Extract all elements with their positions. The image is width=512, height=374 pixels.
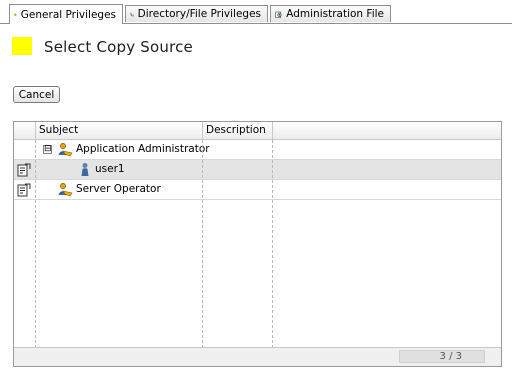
column-header-subject[interactable]: Subject [35,122,203,139]
subject-cell: Application Administrator [76,143,210,155]
column-separator [272,122,273,139]
user-group-icon [58,143,73,157]
user-icon [81,163,89,176]
subject-cell: user1 [95,163,125,175]
pager-status: 3 / 3 [399,350,485,363]
title-marker [12,37,32,55]
user-group-icon [58,183,73,197]
column-guide [202,140,203,348]
subject-cell: Server Operator [76,183,161,195]
tab-label: Directory/File Privileges [137,8,261,20]
table-header: Subject Description [14,122,501,140]
column-guide [35,140,36,348]
column-guide [272,140,273,348]
column-separator [35,122,36,139]
tab-administration-file[interactable]: Administration File [270,5,391,22]
cancel-button[interactable]: Cancel [13,86,60,103]
collapse-toggle[interactable]: ⊟ [43,145,52,154]
admin-file-icon [275,11,282,18]
tab-label: General Privileges [20,8,116,21]
row-action-icon[interactable] [17,183,31,197]
column-header-description[interactable]: Description [202,122,272,139]
table-row[interactable]: user1 [14,160,501,180]
table-row[interactable]: ⊟ Application Administrator [14,140,501,160]
directory-tree-icon [130,12,134,16]
table-row[interactable]: Server Operator [14,180,501,200]
row-action-icon[interactable] [17,163,31,177]
tab-label: Administration File [286,8,384,20]
tab-general-privileges[interactable]: General Privileges [9,4,123,24]
lock-icon [14,13,17,16]
page-title: Select Copy Source [44,38,193,56]
subject-table: Subject Description ⊟ Application Admini… [13,121,502,367]
tab-directory-file-privileges[interactable]: Directory/File Privileges [125,5,268,22]
tab-bar: General Privileges Directory/File Privil… [0,0,512,24]
table-footer: 3 / 3 [14,347,501,366]
